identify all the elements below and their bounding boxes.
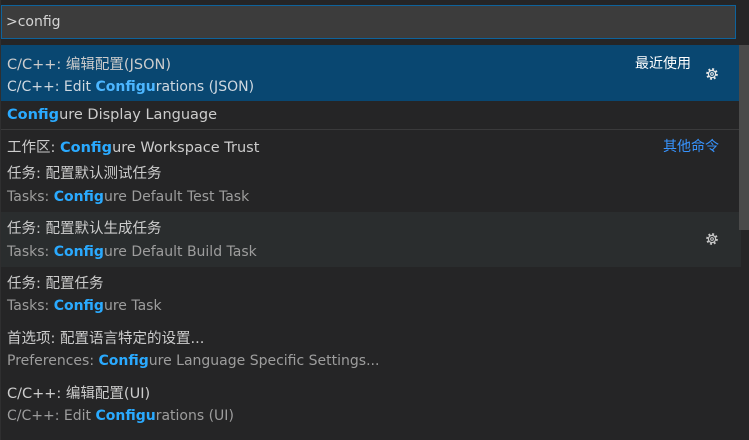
command-item-configure-workspace-trust[interactable]: 工作区: Configure Workspace Trust 其他命令 — [1, 129, 741, 157]
command-label: 任务: 配置任务 — [7, 276, 104, 292]
command-item-configure-task[interactable]: 任务: 配置任务 Tasks: Configure Task — [1, 267, 741, 322]
command-item-configure-default-build-task[interactable]: 任务: 配置默认生成任务 Tasks: Configure Default Bu… — [1, 212, 741, 267]
command-item-configure-display-language[interactable]: Configure Display Language — [1, 101, 741, 128]
command-label: 首选项: 配置语言特定的设置... — [7, 331, 205, 347]
command-detail: C/C++: Edit Configurations (JSON) — [7, 79, 255, 95]
match-highlight: Config — [7, 107, 60, 123]
match-highlight: Config — [53, 298, 104, 314]
command-label: Configure Display Language — [7, 107, 218, 123]
command-label: 任务: 配置默认测试任务 — [7, 166, 162, 182]
match-highlight: Config — [98, 353, 149, 369]
command-item-configure-default-test-task[interactable]: 任务: 配置默认测试任务 Tasks: Configure Default Te… — [1, 157, 741, 212]
command-palette: C/C++: 编辑配置(JSON) C/C++: Edit Configurat… — [0, 0, 749, 440]
command-item-configure-language-specific-settings[interactable]: 首选项: 配置语言特定的设置... Preferences: Configure… — [1, 322, 741, 377]
list-scrollbar[interactable] — [739, 45, 749, 230]
command-label: C/C++: 编辑配置(UI) — [7, 386, 151, 402]
command-detail: Preferences: Configure Language Specific… — [7, 353, 380, 369]
command-input[interactable] — [6, 6, 726, 38]
gear-icon[interactable] — [703, 230, 721, 248]
command-detail: C/C++: Edit Configurations (UI) — [7, 408, 234, 424]
command-detail: Tasks: Configure Default Build Task — [7, 244, 257, 260]
command-label: C/C++: 编辑配置(JSON) — [7, 57, 171, 73]
command-detail: Tasks: Configure Task — [7, 298, 162, 314]
group-label-recently-used: 最近使用 — [635, 56, 691, 72]
command-list: C/C++: 编辑配置(JSON) C/C++: Edit Configurat… — [1, 45, 741, 435]
command-input-box — [1, 5, 736, 39]
command-item-edit-configurations-ui[interactable]: C/C++: 编辑配置(UI) C/C++: Edit Configuratio… — [1, 377, 741, 432]
match-highlight: Config — [53, 244, 104, 260]
match-highlight: Config — [60, 140, 113, 156]
command-detail: Tasks: Configure Default Test Task — [7, 189, 250, 205]
match-highlight: Configu — [95, 79, 156, 95]
command-label: 工作区: Configure Workspace Trust — [7, 140, 260, 156]
match-highlight: Configu — [95, 408, 156, 424]
gear-icon[interactable] — [703, 65, 721, 83]
match-highlight: Config — [53, 189, 104, 205]
command-item-edit-configurations-json[interactable]: C/C++: 编辑配置(JSON) C/C++: Edit Configurat… — [1, 45, 741, 101]
command-label: 任务: 配置默认生成任务 — [7, 221, 162, 237]
group-label-other-commands[interactable]: 其他命令 — [663, 136, 719, 156]
